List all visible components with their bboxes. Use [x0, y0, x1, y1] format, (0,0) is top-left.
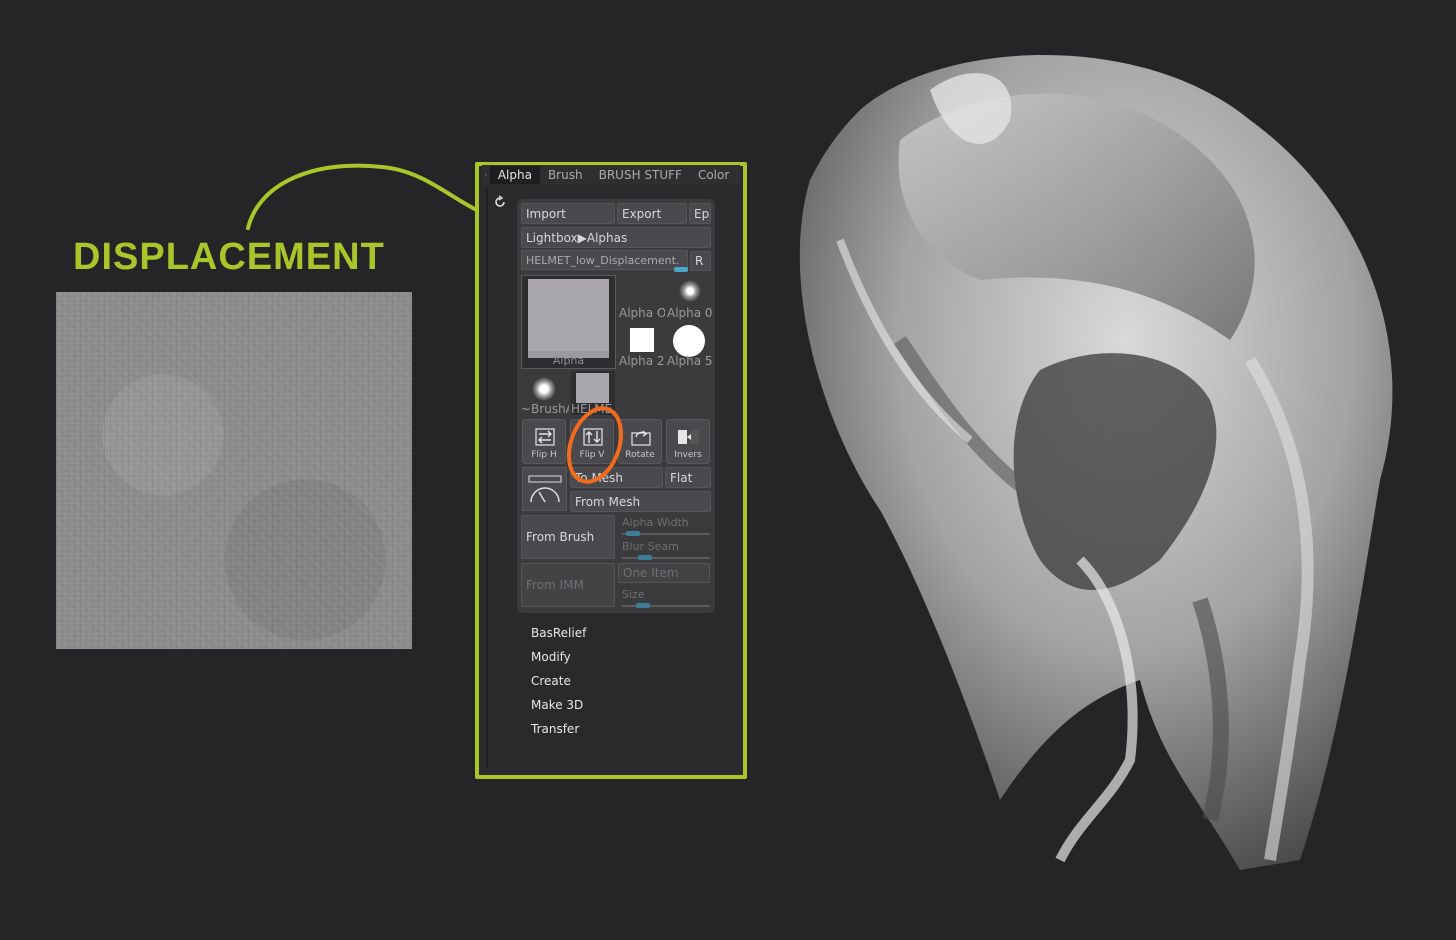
from-mesh-button[interactable]: From Mesh — [570, 491, 711, 512]
submenu-create[interactable]: Create — [531, 674, 571, 688]
current-alpha-slider[interactable]: HELMET_low_Displacement. — [521, 250, 688, 270]
tab-bar: · Alpha Brush BRUSH STUFF Color Dc — [482, 165, 740, 185]
alpha-o-label: Alpha O — [619, 306, 665, 320]
lightbox-alphas-button[interactable]: Lightbox▶Alphas — [521, 227, 711, 248]
from-brush-button[interactable]: From Brush — [521, 515, 615, 559]
ep-button[interactable]: Ep — [689, 203, 711, 224]
blur-seam-knob[interactable] — [638, 555, 652, 560]
size-label: Size — [622, 588, 645, 601]
alpha-5-label: Alpha 5! — [667, 354, 713, 368]
submenu-basrelief[interactable]: BasRelief — [531, 626, 586, 640]
invert-icon — [678, 430, 699, 444]
blur-seam-label: Blur Seam — [622, 540, 679, 553]
displacement-map-image — [56, 292, 412, 649]
tab-alpha[interactable]: Alpha — [489, 166, 540, 184]
alpha-width-label: Alpha Width — [622, 516, 689, 529]
main-alpha-label: Alpha — [552, 354, 585, 367]
flip-h-icon — [535, 428, 555, 446]
submenu-modify[interactable]: Modify — [531, 650, 571, 664]
refresh-icon[interactable] — [493, 195, 507, 209]
alpha-square-thumb[interactable] — [630, 328, 654, 352]
alpha-preview — [528, 279, 609, 351]
blur-seam-track[interactable] — [622, 557, 710, 559]
invers-label: Invers — [674, 450, 702, 460]
highlight-circle — [566, 406, 624, 484]
tab-brush[interactable]: Brush — [540, 166, 591, 184]
displacement-label: DISPLACEMENT — [73, 236, 385, 278]
tab-color[interactable]: Color — [690, 166, 737, 184]
panel-divider — [486, 188, 488, 768]
tab-brush-stuff[interactable]: BRUSH STUFF — [591, 166, 690, 184]
from-imm-button[interactable]: From IMM — [521, 563, 615, 607]
submenu-make-3d[interactable]: Make 3D — [531, 698, 583, 712]
one-item-button[interactable]: One Item — [618, 563, 710, 583]
alpha-0-thumb[interactable] — [679, 280, 701, 302]
tab-overflow[interactable]: · — [482, 166, 490, 184]
submenu-transfer[interactable]: Transfer — [531, 722, 579, 736]
alpha-circle-thumb[interactable] — [673, 325, 705, 357]
r-button[interactable]: R — [690, 251, 711, 271]
alpha-width-knob[interactable] — [626, 531, 640, 536]
helmet-sculpt-render — [799, 55, 1393, 870]
alpha-2-label: Alpha 2( — [619, 354, 665, 368]
current-alpha-thumbnail[interactable]: Alpha — [521, 275, 616, 369]
alpha-0-label: Alpha 0' — [667, 306, 713, 320]
brush-alpha-thumb[interactable] — [532, 377, 556, 401]
flat-button[interactable]: Flat — [665, 467, 711, 488]
invers-button[interactable]: Invers — [666, 419, 710, 464]
size-knob[interactable] — [636, 603, 650, 608]
tab-document[interactable]: Dc — [737, 166, 740, 184]
current-alpha-name: HELMET_low_Displacement. — [526, 253, 680, 267]
current-alpha-slider-knob[interactable] — [674, 267, 688, 272]
import-button[interactable]: Import — [521, 203, 615, 224]
export-button[interactable]: Export — [617, 203, 687, 224]
